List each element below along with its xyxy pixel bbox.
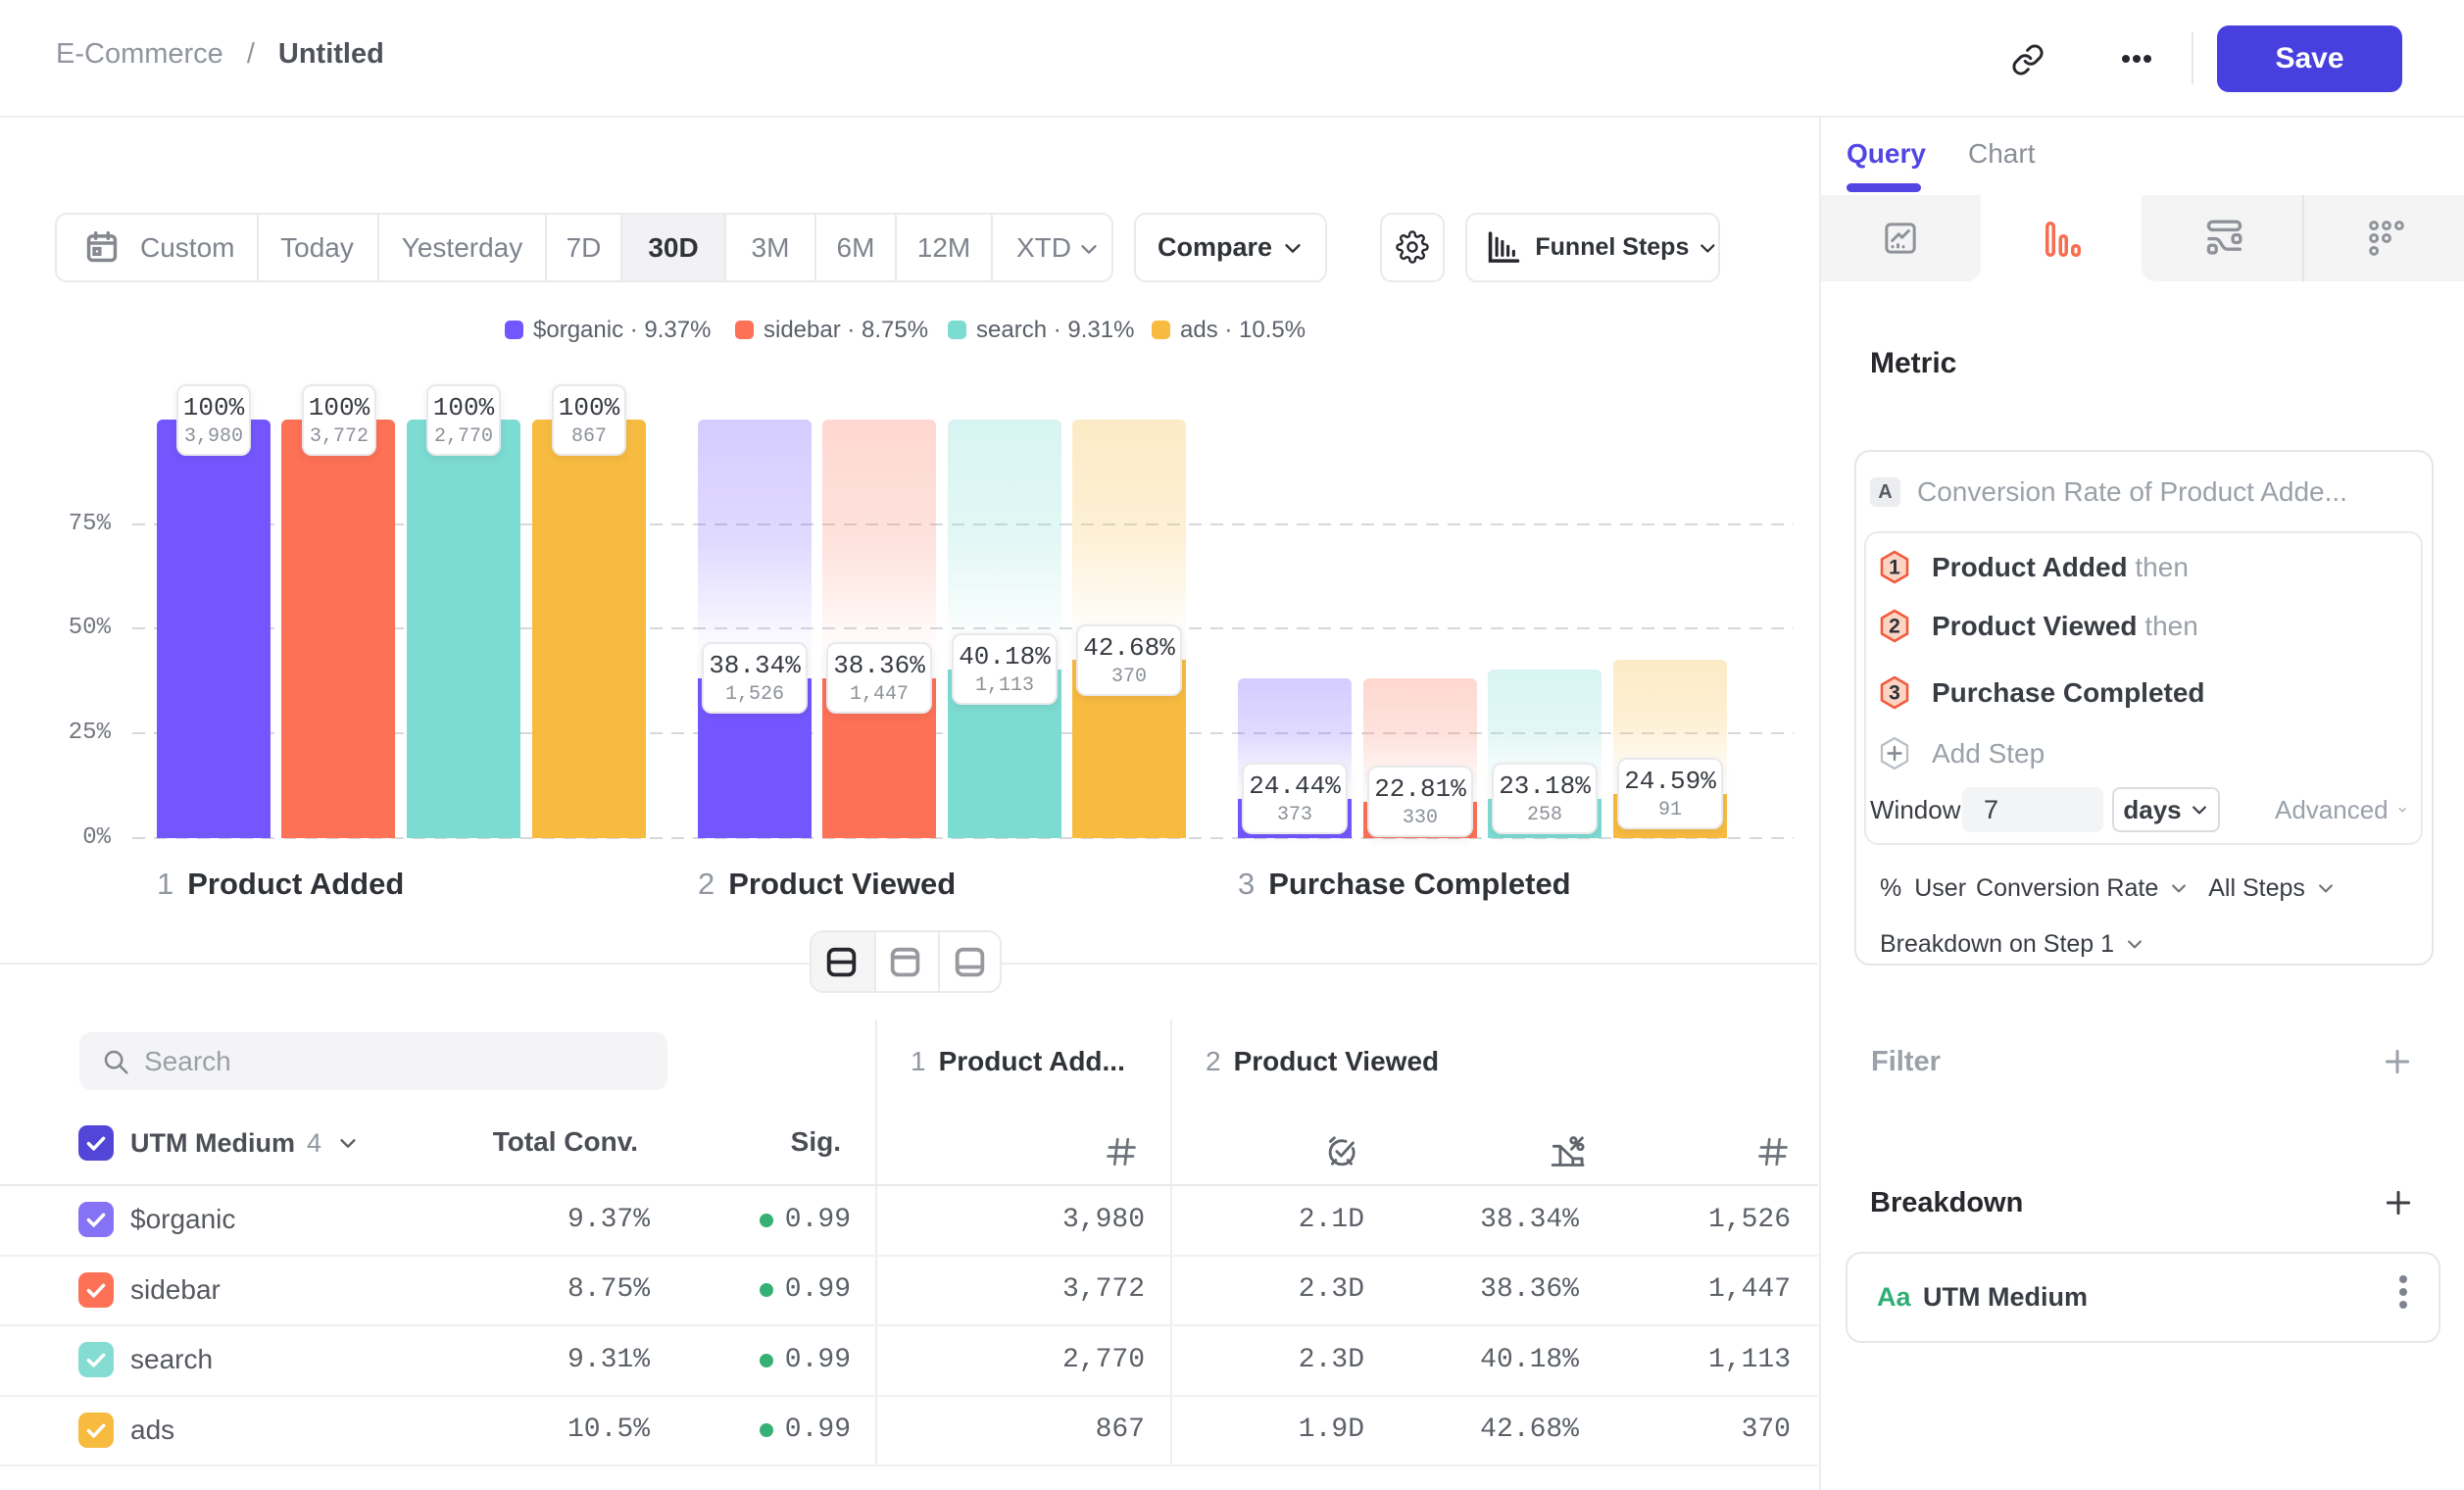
svg-text:3: 3	[1889, 682, 1900, 705]
svg-text:1: 1	[1889, 557, 1900, 579]
svg-text:2: 2	[1889, 616, 1900, 638]
